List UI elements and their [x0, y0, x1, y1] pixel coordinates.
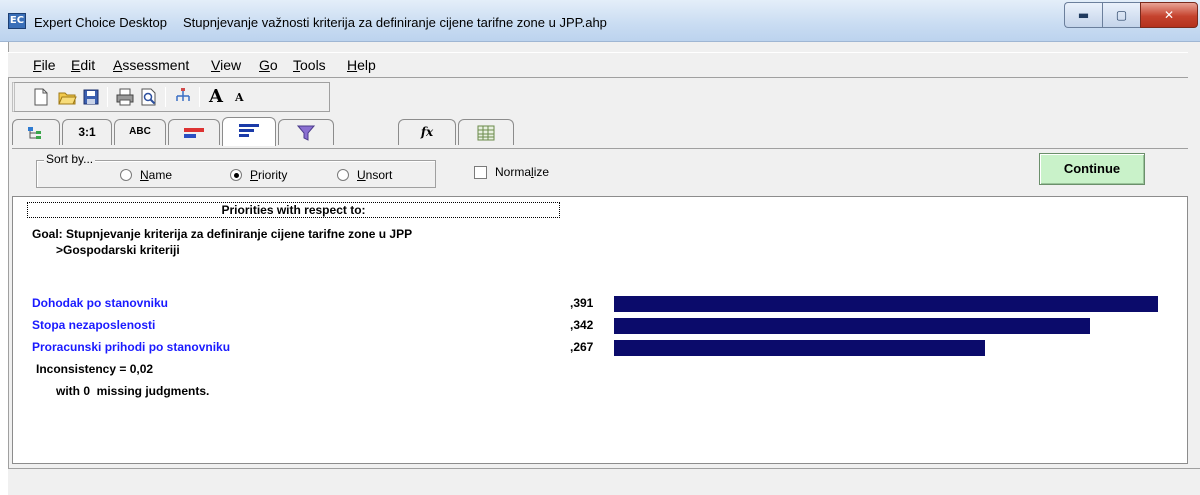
menu-assessment-accel: A [113, 57, 123, 73]
document-title: Stupnjevanje važnosti kriterija za defin… [182, 15, 607, 30]
tree-view-icon [28, 126, 41, 139]
priority-value: ,267 [570, 340, 594, 354]
sort-name-accel: N [140, 168, 149, 182]
sort-unsort-accel: U [357, 168, 366, 182]
menu-go-label: o [269, 57, 278, 73]
goal-label[interactable]: Goal: Stupnjevanje kriterija za definira… [32, 227, 412, 241]
sort-priority-label: riority [258, 168, 288, 182]
toolbar: A A [12, 82, 330, 112]
criterion-label[interactable]: Proracunski prihodi po stanovniku [32, 340, 230, 354]
checkbox-box [474, 165, 487, 179]
menu-tools[interactable]: Tools [293, 57, 326, 73]
window-controls: ▬ ▢ ✕ [1064, 2, 1198, 28]
menu-file-label: ile [41, 57, 56, 73]
menu-file[interactable]: File [33, 57, 56, 73]
tab-priorities[interactable] [222, 117, 276, 146]
continue-button[interactable]: Continue [1039, 153, 1145, 185]
menu-assessment[interactable]: Assessment [113, 57, 189, 73]
sort-unsort-label: nsort [365, 168, 393, 182]
toolbar-separator [165, 87, 166, 107]
radio-dot-selected [230, 169, 242, 181]
priorities-header: Priorities with respect to: [27, 202, 560, 218]
normalize-checkbox[interactable]: Norma l ize [474, 165, 549, 179]
tab-numerical[interactable]: 3:1 [62, 119, 112, 145]
menu-view[interactable]: View [211, 57, 241, 73]
tab-grid[interactable] [458, 119, 514, 145]
font-smaller-icon[interactable]: A [235, 91, 255, 111]
tab-tree-view[interactable] [12, 119, 60, 145]
window-title: Expert Choice Desktop Stupnjevanje važnos… [34, 15, 607, 30]
menu-help[interactable]: Help [347, 57, 376, 73]
priority-value: ,391 [570, 296, 594, 310]
priority-bar [614, 340, 985, 356]
parent-node-label[interactable]: >Gospodarski kriteriji [56, 243, 180, 257]
inconsistency-label: Inconsistency = 0,02 [36, 362, 154, 376]
minimize-button[interactable]: ▬ [1064, 2, 1102, 28]
radio-dot [120, 169, 132, 181]
app-name: Expert Choice Desktop [34, 15, 167, 30]
sort-by-legend: Sort by... [44, 152, 96, 166]
menu-tools-accel: T [293, 57, 300, 73]
view-tabs: 3:1 ABC fx [12, 116, 1192, 146]
app-logo-icon[interactable]: EC [8, 13, 26, 29]
print-icon[interactable] [115, 87, 135, 107]
tab-filter[interactable] [278, 119, 334, 145]
menu-bar: File Edit Assessment View Go Tools Help [8, 52, 1188, 78]
menu-view-label: iew [220, 57, 242, 73]
save-icon[interactable] [81, 87, 101, 107]
menu-help-label: elp [357, 57, 376, 73]
app-window: EC Expert Choice Desktop Stupnjevanje važ… [0, 0, 1200, 495]
open-folder-icon[interactable] [57, 87, 77, 107]
menu-file-accel: F [33, 57, 42, 73]
menu-edit[interactable]: Edit [71, 57, 95, 73]
missing-judgments-label: with 0 missing judgments. [56, 384, 210, 398]
font-larger-icon[interactable]: A [209, 86, 229, 107]
sort-priority-radio[interactable]: Priority [230, 168, 287, 182]
new-file-icon[interactable] [31, 87, 51, 107]
radio-dot [337, 169, 349, 181]
print-preview-icon[interactable] [139, 87, 159, 107]
formula-icon: fx [420, 125, 434, 139]
normalize-label-pre: Norma [495, 165, 532, 179]
tab-graphical[interactable] [168, 119, 220, 145]
criterion-label[interactable]: Dohodak po stanovniku [32, 296, 168, 310]
sort-priority-accel: P [250, 168, 259, 182]
criterion-label[interactable]: Stopa nezaposlenosti [32, 318, 155, 332]
close-button[interactable]: ✕ [1140, 2, 1198, 28]
tab-formula[interactable]: fx [398, 119, 456, 145]
menu-edit-accel: E [71, 57, 81, 73]
menu-go-accel: G [259, 57, 270, 73]
priority-bar [614, 296, 1158, 312]
priorities-bar-icon [239, 123, 259, 137]
grid-icon [477, 125, 495, 141]
menu-tools-label: ools [300, 57, 326, 73]
title-bar: EC Expert Choice Desktop Stupnjevanje važ… [0, 0, 1200, 42]
menu-assessment-label: ssessment [122, 57, 190, 73]
sort-name-label: ame [148, 168, 173, 182]
sort-name-radio[interactable]: Name [120, 168, 172, 182]
menu-help-accel: H [347, 57, 358, 73]
graphical-icon [184, 127, 204, 138]
priority-value: ,342 [570, 318, 594, 332]
menu-go[interactable]: Go [259, 57, 278, 73]
normalize-label-post: ize [533, 165, 550, 179]
sort-unsort-radio[interactable]: Unsort [337, 168, 392, 182]
tree-split-icon[interactable] [173, 87, 193, 107]
priority-bar [614, 318, 1090, 334]
menu-view-accel: V [211, 57, 221, 73]
toolbar-separator [107, 87, 108, 107]
funnel-icon [296, 125, 316, 141]
maximize-button[interactable]: ▢ [1102, 2, 1140, 28]
tab-verbal[interactable]: ABC [114, 119, 166, 145]
toolbar-separator [199, 87, 200, 107]
status-bar [8, 468, 1200, 495]
menu-edit-label: dit [80, 57, 96, 73]
